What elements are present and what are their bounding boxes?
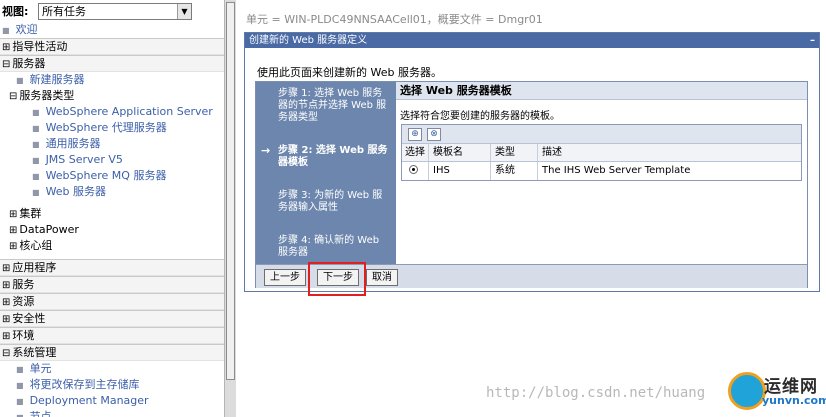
- bullet-icon: ■: [32, 156, 40, 165]
- nav-item-nodes[interactable]: ■节点: [0, 409, 224, 417]
- wizard-step-3: 步骤 3: 为新的 Web 服务器输入属性: [278, 190, 383, 213]
- bullet-icon: ■: [16, 365, 24, 374]
- wizard-step-content: 选择 Web 服务器模板 选择符合您要创建的服务器的模板。 ⊕ ⊗ 选择 模板名…: [396, 82, 807, 264]
- create-web-server-panel: 创建新的 Web 服务器定义 – 使用此页面来创建新的 Web 服务器。 步骤 …: [244, 32, 820, 292]
- arrow-right-icon: →: [261, 144, 271, 157]
- template-radio-button[interactable]: [409, 165, 418, 174]
- nav-item-welcome[interactable]: ■ 欢迎: [0, 22, 224, 38]
- logo-circle-icon: [728, 372, 766, 410]
- nav-item-generic-server[interactable]: ■ 通用服务器: [0, 136, 224, 152]
- bullet-icon: ■: [32, 108, 40, 117]
- row-select-cell[interactable]: [402, 162, 428, 180]
- view-dropdown-value: 所有任务: [42, 5, 86, 18]
- template-name-cell: IHS: [428, 162, 490, 180]
- bullet-icon: ■: [32, 188, 40, 197]
- bullet-icon: ■: [32, 140, 40, 149]
- wizard-step-2-label: 步骤 2: 选择 Web 服务器模板: [278, 145, 388, 168]
- panel-title-bar: 创建新的 Web 服务器定义 –: [245, 33, 819, 48]
- column-header-select: 选择: [405, 147, 425, 158]
- context-breadcrumb: 单元 = WIN-PLDC49NNSAACell01，概要文件 = Dmgr01: [246, 13, 543, 26]
- bullet-icon: ■: [16, 413, 24, 417]
- previous-button[interactable]: 上一步: [264, 269, 306, 286]
- nav-item-new-server[interactable]: ■ 新建服务器: [0, 72, 224, 88]
- expand-icon[interactable]: ⊞: [9, 209, 17, 220]
- filter-icon[interactable]: ⊗: [427, 127, 441, 141]
- view-dropdown[interactable]: 所有任务 ▼: [38, 2, 192, 20]
- nav-group-guided-activities[interactable]: ⊞ 指导性活动: [0, 38, 224, 55]
- minimize-icon[interactable]: –: [810, 33, 815, 48]
- column-header-template-name[interactable]: 模板名: [428, 144, 490, 161]
- wizard-steps: 步骤 1: 选择 Web 服务器的节点并选择 Web 服务器类型 → 步骤 2:…: [256, 82, 396, 264]
- collapse-icon[interactable]: ⊟: [9, 91, 17, 102]
- expand-icon[interactable]: ⊞: [9, 225, 17, 236]
- expand-icon[interactable]: ⊞: [2, 331, 10, 342]
- nav-group-resources[interactable]: ⊞ 资源: [0, 293, 224, 310]
- navigation-pane: 视图: 所有任务 ▼ ■ 欢迎 ⊞ 指导性活动 ⊟ 服务器 ■ 新建服务器 ⊟ 服务器类型…: [0, 0, 236, 417]
- nav-item-proxy-server[interactable]: ■ WebSphere 代理服务器: [0, 120, 224, 136]
- view-selector-row: 视图: 所有任务 ▼: [0, 0, 224, 22]
- table-row[interactable]: IHS 系统 The IHS Web Server Template: [402, 162, 801, 180]
- nav-item-server-types[interactable]: ⊟ 服务器类型: [0, 88, 224, 104]
- nav-item-core-groups[interactable]: ⊞ 核心组: [0, 238, 224, 254]
- panel-title: 创建新的 Web 服务器定义: [249, 35, 368, 46]
- bullet-icon: ■: [16, 381, 24, 390]
- nav-item-deployment-manager[interactable]: ■ Deployment Manager: [0, 393, 224, 409]
- nav-group-system-admin[interactable]: ⊟ 系统管理: [0, 344, 224, 361]
- step-content-description: 选择符合您要创建的服务器的模板。: [400, 111, 560, 122]
- expand-icon[interactable]: ⊞: [2, 280, 10, 291]
- expand-icon[interactable]: ⊞: [2, 42, 10, 53]
- nav-item-datapower[interactable]: ⊞ DataPower: [0, 222, 224, 238]
- cancel-button[interactable]: 取消: [366, 269, 398, 286]
- watermark-url: http://blog.csdn.net/huang: [486, 385, 706, 401]
- expand-icon[interactable]: ⊞: [2, 297, 10, 308]
- nav-group-environment[interactable]: ⊞ 环境: [0, 327, 224, 344]
- select-all-icon[interactable]: ⊕: [408, 127, 422, 141]
- watermark-logo-domain: yunvn.com: [762, 394, 826, 407]
- bullet-icon: ■: [32, 172, 40, 181]
- wizard-step-1[interactable]: 步骤 1: 选择 Web 服务器的节点并选择 Web 服务器类型: [278, 88, 388, 124]
- nav-scrollbar-thumb[interactable]: [226, 2, 235, 380]
- collapse-icon[interactable]: ⊟: [2, 59, 10, 70]
- chevron-down-icon[interactable]: ▼: [177, 3, 191, 19]
- nav-group-servers[interactable]: ⊟ 服务器: [0, 55, 224, 72]
- view-label: 视图:: [2, 5, 29, 18]
- bullet-icon: ■: [2, 26, 10, 35]
- nav-item-was[interactable]: ■ WebSphere Application Server: [0, 104, 224, 120]
- template-table: ⊕ ⊗ 选择 模板名 类型 描述 IHS 系统 The IHS Web Serv…: [401, 124, 802, 181]
- template-description-cell: The IHS Web Server Template: [537, 162, 801, 180]
- expand-icon[interactable]: ⊞: [2, 314, 10, 325]
- table-header-row: 选择 模板名 类型 描述: [402, 144, 801, 162]
- table-toolbar: ⊕ ⊗: [402, 125, 801, 144]
- watermark-logo: 运维网 yunvn.com: [726, 372, 826, 414]
- wizard-step-4: 步骤 4: 确认新的 Web 服务器: [278, 235, 380, 258]
- bullet-icon: ■: [16, 397, 24, 406]
- collapse-icon[interactable]: ⊟: [2, 348, 10, 359]
- column-header-description[interactable]: 描述: [537, 144, 801, 161]
- nav-group-security[interactable]: ⊞ 安全性: [0, 310, 224, 327]
- nav-group-services[interactable]: ⊞ 服务: [0, 276, 224, 293]
- step-content-title: 选择 Web 服务器模板: [396, 82, 807, 100]
- navigation-tree: 视图: 所有任务 ▼ ■ 欢迎 ⊞ 指导性活动 ⊟ 服务器 ■ 新建服务器 ⊟ 服务器类型…: [0, 0, 224, 417]
- nav-item-cell[interactable]: ■ 单元: [0, 361, 224, 377]
- nav-item-save-changes[interactable]: ■ 将更改保存到主存储库: [0, 377, 224, 393]
- nav-group-applications[interactable]: ⊞ 应用程序: [0, 259, 224, 276]
- nav-item-clusters[interactable]: ⊞ 集群: [0, 206, 224, 222]
- nav-item-jms-server[interactable]: ■ JMS Server V5: [0, 152, 224, 168]
- wizard: 步骤 1: 选择 Web 服务器的节点并选择 Web 服务器类型 → 步骤 2:…: [255, 81, 808, 288]
- expand-icon[interactable]: ⊞: [2, 263, 10, 274]
- nav-item-web-server[interactable]: ■ Web 服务器: [0, 184, 224, 200]
- nav-scrollbar[interactable]: [224, 0, 236, 417]
- nav-item-mq-server[interactable]: ■ WebSphere MQ 服务器: [0, 168, 224, 184]
- column-header-type[interactable]: 类型: [490, 144, 537, 161]
- bullet-icon: ■: [16, 76, 24, 85]
- template-type-cell: 系统: [490, 162, 537, 180]
- expand-icon[interactable]: ⊞: [9, 241, 17, 252]
- next-button-highlight: [308, 262, 366, 296]
- panel-intro-text: 使用此页面来创建新的 Web 服务器。: [257, 66, 442, 79]
- bullet-icon: ■: [32, 124, 40, 133]
- wizard-step-2-current: → 步骤 2: 选择 Web 服务器模板: [261, 145, 388, 169]
